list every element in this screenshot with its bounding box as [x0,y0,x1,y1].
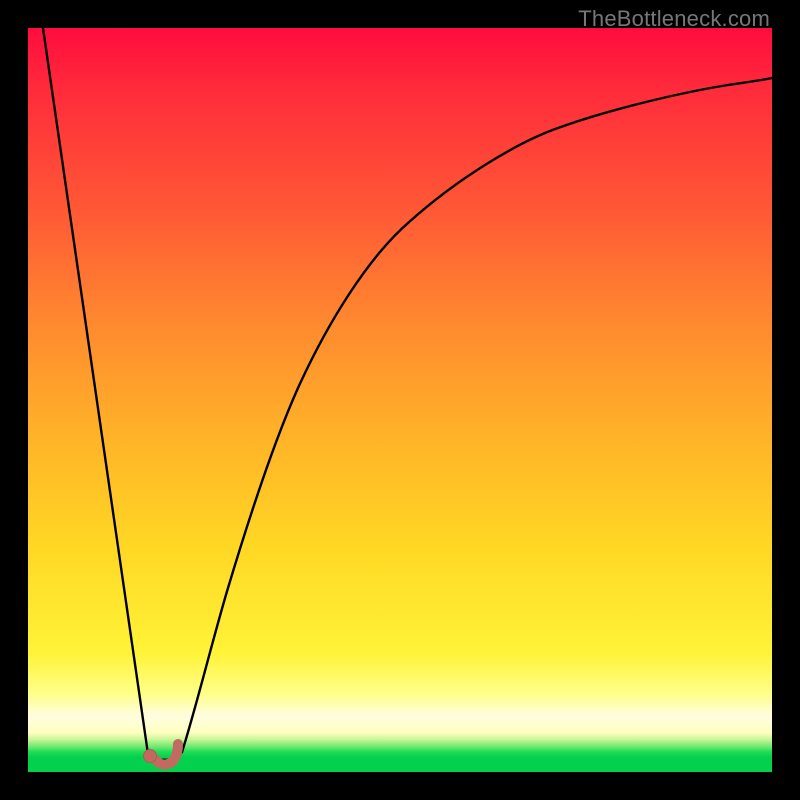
chart-frame: TheBottleneck.com [0,0,800,800]
curve-right-ascent [182,78,772,752]
valley-hook-marker [156,744,178,765]
plot-area [28,28,772,772]
curve-left-descent [43,28,148,754]
curve-layer [28,28,772,772]
valley-left-dot-marker [144,750,157,763]
